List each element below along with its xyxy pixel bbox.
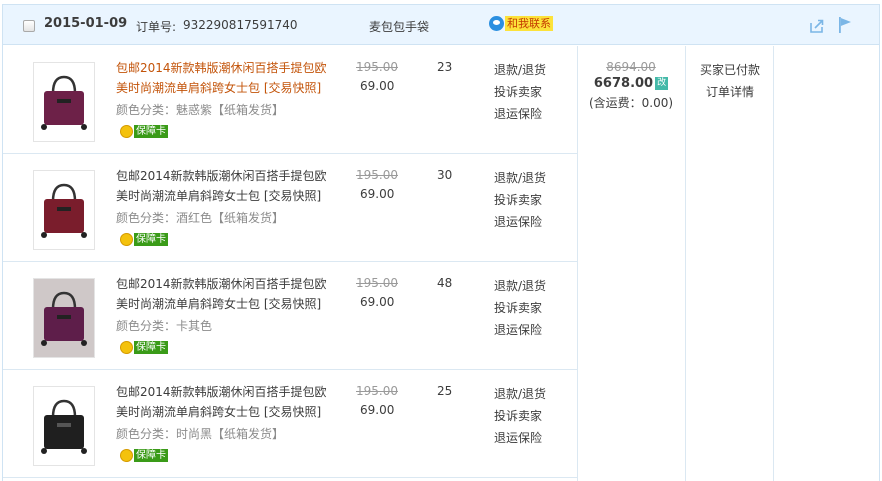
guarantee-card-badge[interactable]: 保障卡 [120,125,168,138]
order-number-label: 订单号: [136,20,177,34]
return-insurance-link[interactable]: 退运保险 [494,211,546,233]
order-detail-link[interactable]: 订单详情 [686,81,774,103]
actual-total-amount: 6678.00 [593,76,654,91]
product-title-link[interactable]: 包邮2014新款韩版潮休闲百搭手提包欧美时尚潮流单肩斜跨女士包 [交易快照] [116,382,334,422]
product-title-link[interactable]: 包邮2014新款韩版潮休闲百搭手提包欧美时尚潮流单肩斜跨女士包 [交易快照] [116,274,334,314]
original-price: 195.00 [356,276,398,290]
quantity: 25 [437,384,453,398]
return-insurance-link[interactable]: 退运保险 [494,103,546,125]
snapshot-link[interactable]: [交易快照] [264,405,321,419]
product-thumbnail[interactable] [33,386,95,466]
unit-price: 69.00 [360,295,395,309]
guarantee-card-label: 保障卡 [134,125,168,138]
order-number: 932290817591740 [183,18,298,32]
guarantee-icon [120,341,133,354]
item-actions: 退款/退货 投诉卖家 退运保险 [494,167,546,233]
product-title-link[interactable]: 包邮2014新款韩版潮休闲百搭手提包欧美时尚潮流单肩斜跨女士包 [交易快照] [116,166,334,206]
original-price: 195.00 [356,384,398,398]
guarantee-card-badge[interactable]: 保障卡 [120,341,168,354]
refund-return-link[interactable]: 退款/退货 [494,167,546,189]
order-header: 2015-01-09 订单号: 932290817591740 麦包包手袋 和我… [3,5,879,45]
original-price: 195.00 [356,168,398,182]
product-thumbnail[interactable] [33,278,95,358]
guarantee-card-label: 保障卡 [134,449,168,462]
refund-return-link[interactable]: 退款/退货 [494,59,546,81]
guarantee-icon [120,125,133,138]
flag-icon[interactable] [837,16,853,34]
guarantee-card-badge[interactable]: 保障卡 [120,449,168,462]
quantity: 23 [437,60,453,74]
column-divider [577,46,578,481]
guarantee-card-label: 保障卡 [134,341,168,354]
product-attribute: 颜色分类：酒红色【纸箱发货】 [116,211,285,225]
guarantee-icon [120,233,133,246]
order-item-row: 包邮2014新款韩版潮休闲百搭手提包欧美时尚潮流单肩斜跨女士包 [交易快照] 颜… [3,262,577,370]
original-total: 8694.00 [606,60,656,74]
return-insurance-link[interactable]: 退运保险 [494,319,546,341]
snapshot-link[interactable]: [交易快照] [264,297,321,311]
product-attribute: 颜色分类：魅惑紫【纸箱发货】 [116,103,285,117]
complain-seller-link[interactable]: 投诉卖家 [494,297,546,319]
order-status: 买家已付款 订单详情 [686,46,774,103]
shop-name[interactable]: 麦包包手袋 [369,18,429,35]
product-thumbnail[interactable] [33,170,95,250]
guarantee-icon [120,449,133,462]
unit-price: 69.00 [360,403,395,417]
contact-seller-label: 和我联系 [505,16,553,31]
complain-seller-link[interactable]: 投诉卖家 [494,405,546,427]
snapshot-link[interactable]: [交易快照] [264,189,321,203]
contact-seller-button[interactable]: 和我联系 [489,16,553,31]
order-date: 2015-01-09 [44,16,128,31]
guarantee-card-badge[interactable]: 保障卡 [120,233,168,246]
price-modified-badge: 改 [655,77,669,90]
complain-seller-link[interactable]: 投诉卖家 [494,81,546,103]
wangwang-chat-icon [489,16,504,31]
status-text: 买家已付款 [699,63,760,77]
complain-seller-link[interactable]: 投诉卖家 [494,189,546,211]
order-checkbox[interactable] [23,20,35,32]
order-item-row: 包邮2014新款韩版潮休闲百搭手提包欧美时尚潮流单肩斜跨女士包 [交易快照] 颜… [3,154,577,262]
order-items: 包邮2014新款韩版潮休闲百搭手提包欧美时尚潮流单肩斜跨女士包 [交易快照] 颜… [3,46,577,478]
item-actions: 退款/退货 投诉卖家 退运保险 [494,59,546,125]
original-price: 195.00 [356,60,398,74]
unit-price: 69.00 [360,187,395,201]
column-divider [685,46,686,481]
item-actions: 退款/退货 投诉卖家 退运保险 [494,383,546,449]
product-attribute: 颜色分类：卡其色 [116,319,213,333]
order-card: 2015-01-09 订单号: 932290817591740 麦包包手袋 和我… [2,4,880,481]
quantity: 48 [437,276,453,290]
guarantee-card-label: 保障卡 [134,233,168,246]
snapshot-link[interactable]: [交易快照] [264,81,321,95]
product-title-link[interactable]: 包邮2014新款韩版潮休闲百搭手提包欧美时尚潮流单肩斜跨女士包 [交易快照] [116,58,334,98]
actual-total: 6678.00 改 [577,76,685,91]
shipping-fee: (含运费：0.00) [588,96,674,110]
product-thumbnail[interactable] [33,62,95,142]
payment-summary: 8694.00 6678.00 改 (含运费：0.00) [577,46,685,111]
item-actions: 退款/退货 投诉卖家 退运保险 [494,275,546,341]
return-insurance-link[interactable]: 退运保险 [494,427,546,449]
product-attribute: 颜色分类：时尚黑【纸箱发货】 [116,427,285,441]
refund-return-link[interactable]: 退款/退货 [494,275,546,297]
order-item-row: 包邮2014新款韩版潮休闲百搭手提包欧美时尚潮流单肩斜跨女士包 [交易快照] 颜… [3,370,577,478]
quantity: 30 [437,168,453,182]
unit-price: 69.00 [360,79,395,93]
column-divider [773,46,774,481]
refund-return-link[interactable]: 退款/退货 [494,383,546,405]
order-item-row: 包邮2014新款韩版潮休闲百搭手提包欧美时尚潮流单肩斜跨女士包 [交易快照] 颜… [3,46,577,154]
share-icon[interactable] [809,18,825,34]
